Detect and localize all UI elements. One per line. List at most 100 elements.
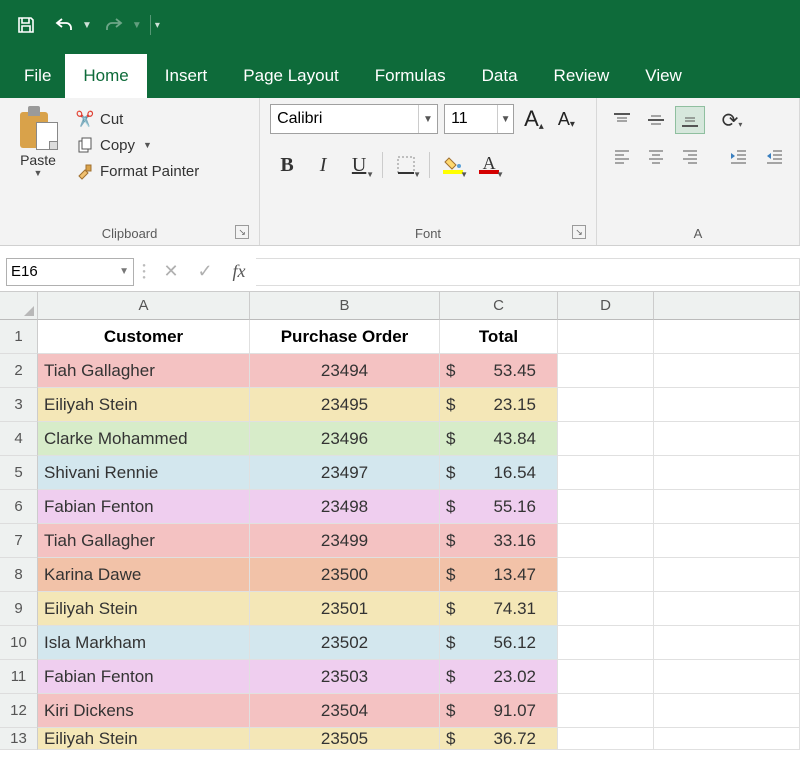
undo-button[interactable] bbox=[48, 9, 80, 41]
align-right-button[interactable] bbox=[675, 142, 705, 170]
row-header[interactable]: 7 bbox=[0, 524, 38, 558]
redo-button[interactable] bbox=[98, 9, 130, 41]
cell[interactable]: 23502 bbox=[250, 626, 440, 660]
col-header-a[interactable]: A bbox=[38, 292, 250, 320]
font-name-combo[interactable]: ▼ bbox=[270, 104, 438, 134]
font-color-button[interactable]: A ▼ bbox=[472, 150, 506, 180]
insert-function-button[interactable]: fx bbox=[222, 258, 256, 286]
enter-formula-button[interactable]: ✓ bbox=[188, 258, 222, 286]
tab-home[interactable]: Home bbox=[65, 54, 146, 98]
row-header[interactable]: 11 bbox=[0, 660, 38, 694]
cell[interactable] bbox=[654, 422, 800, 456]
align-top-button[interactable] bbox=[607, 106, 637, 134]
cell[interactable]: Tiah Gallagher bbox=[38, 524, 250, 558]
cell[interactable] bbox=[558, 728, 654, 750]
worksheet-grid[interactable]: A B C D 1 Customer Purchase Order Total … bbox=[0, 292, 800, 750]
tab-review[interactable]: Review bbox=[536, 54, 628, 98]
col-header-e[interactable] bbox=[654, 292, 800, 320]
increase-font-size-button[interactable]: A▴ bbox=[520, 104, 548, 134]
formula-input[interactable] bbox=[256, 258, 800, 286]
cell[interactable] bbox=[558, 592, 654, 626]
col-header-d[interactable]: D bbox=[558, 292, 654, 320]
cell[interactable]: Isla Markham bbox=[38, 626, 250, 660]
cell[interactable]: Eiliyah Stein bbox=[38, 592, 250, 626]
cell[interactable]: $43.84 bbox=[440, 422, 558, 456]
cell[interactable] bbox=[654, 592, 800, 626]
cell[interactable]: Purchase Order bbox=[250, 320, 440, 354]
cell[interactable]: $23.02 bbox=[440, 660, 558, 694]
cell[interactable] bbox=[654, 524, 800, 558]
tab-file[interactable]: File bbox=[10, 54, 65, 98]
cell[interactable] bbox=[654, 728, 800, 750]
name-box-input[interactable] bbox=[11, 263, 119, 280]
tab-view[interactable]: View bbox=[627, 54, 700, 98]
cell[interactable]: 23497 bbox=[250, 456, 440, 490]
cell[interactable]: 23501 bbox=[250, 592, 440, 626]
cell[interactable] bbox=[558, 490, 654, 524]
cell[interactable]: $74.31 bbox=[440, 592, 558, 626]
borders-button[interactable]: ▼ bbox=[389, 150, 423, 180]
cell[interactable]: Eiliyah Stein bbox=[38, 728, 250, 750]
tab-page-layout[interactable]: Page Layout bbox=[225, 54, 356, 98]
orientation-button[interactable]: ⟳▾ bbox=[717, 106, 747, 134]
undo-dropdown[interactable]: ▼ bbox=[82, 20, 92, 31]
row-header[interactable]: 6 bbox=[0, 490, 38, 524]
cell[interactable] bbox=[654, 660, 800, 694]
italic-button[interactable]: I bbox=[306, 150, 340, 180]
cancel-formula-button[interactable]: ✕ bbox=[154, 258, 188, 286]
cell[interactable]: $91.07 bbox=[440, 694, 558, 728]
cell[interactable]: Karina Dawe bbox=[38, 558, 250, 592]
align-bottom-button[interactable] bbox=[675, 106, 705, 134]
copy-dropdown[interactable]: ▼ bbox=[143, 140, 152, 150]
cell[interactable]: Fabian Fenton bbox=[38, 490, 250, 524]
cell[interactable]: $55.16 bbox=[440, 490, 558, 524]
row-header[interactable]: 13 bbox=[0, 728, 38, 750]
col-header-c[interactable]: C bbox=[440, 292, 558, 320]
tab-formulas[interactable]: Formulas bbox=[357, 54, 464, 98]
underline-button[interactable]: U▼ bbox=[342, 150, 376, 180]
cell[interactable]: 23494 bbox=[250, 354, 440, 388]
increase-indent-button[interactable] bbox=[759, 142, 789, 170]
cell[interactable]: 23505 bbox=[250, 728, 440, 750]
cell[interactable] bbox=[558, 456, 654, 490]
cell[interactable]: $53.45 bbox=[440, 354, 558, 388]
cell[interactable]: $56.12 bbox=[440, 626, 558, 660]
cell[interactable] bbox=[558, 320, 654, 354]
cell[interactable]: Total bbox=[440, 320, 558, 354]
font-size-dropdown[interactable]: ▼ bbox=[497, 105, 513, 133]
col-header-b[interactable]: B bbox=[250, 292, 440, 320]
tab-data[interactable]: Data bbox=[464, 54, 536, 98]
decrease-font-size-button[interactable]: A▾ bbox=[554, 107, 579, 132]
select-all-button[interactable] bbox=[0, 292, 38, 320]
font-size-combo[interactable]: ▼ bbox=[444, 104, 514, 134]
row-header[interactable]: 3 bbox=[0, 388, 38, 422]
cell[interactable] bbox=[558, 558, 654, 592]
cell[interactable]: Customer bbox=[38, 320, 250, 354]
row-header[interactable]: 10 bbox=[0, 626, 38, 660]
row-header[interactable]: 4 bbox=[0, 422, 38, 456]
align-left-button[interactable] bbox=[607, 142, 637, 170]
row-header[interactable]: 2 bbox=[0, 354, 38, 388]
cell[interactable] bbox=[558, 388, 654, 422]
cell[interactable]: Kiri Dickens bbox=[38, 694, 250, 728]
cell[interactable]: Tiah Gallagher bbox=[38, 354, 250, 388]
clipboard-dialog-launcher[interactable]: ↘ bbox=[235, 225, 249, 239]
cell[interactable] bbox=[654, 490, 800, 524]
font-size-input[interactable] bbox=[445, 110, 497, 128]
cell[interactable]: Eiliyah Stein bbox=[38, 388, 250, 422]
cell[interactable]: $13.47 bbox=[440, 558, 558, 592]
row-header[interactable]: 9 bbox=[0, 592, 38, 626]
qat-customize-dropdown[interactable]: ▾ bbox=[155, 20, 160, 31]
cell[interactable] bbox=[654, 388, 800, 422]
cell[interactable] bbox=[558, 524, 654, 558]
cell[interactable]: $16.54 bbox=[440, 456, 558, 490]
cell[interactable]: $36.72 bbox=[440, 728, 558, 750]
cell[interactable]: 23498 bbox=[250, 490, 440, 524]
cell[interactable] bbox=[558, 694, 654, 728]
font-name-dropdown[interactable]: ▼ bbox=[418, 105, 437, 133]
cell[interactable] bbox=[558, 422, 654, 456]
cell[interactable] bbox=[654, 320, 800, 354]
cell[interactable]: 23495 bbox=[250, 388, 440, 422]
name-box-dropdown[interactable]: ▼ bbox=[119, 266, 129, 277]
font-dialog-launcher[interactable]: ↘ bbox=[572, 225, 586, 239]
